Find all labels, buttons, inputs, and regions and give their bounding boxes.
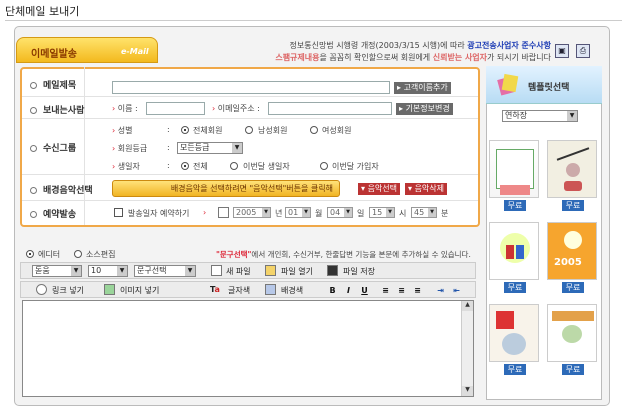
body-editor[interactable] bbox=[22, 300, 474, 397]
tab-subtitle: e-Mail bbox=[121, 47, 149, 56]
music-display: 배경음악을 선택하려면 "음악선택"버튼을 클릭해 bbox=[112, 180, 340, 197]
template-select-5[interactable]: 무료 bbox=[504, 364, 526, 375]
day-select[interactable]: 04 bbox=[327, 207, 353, 218]
template-icon bbox=[497, 73, 519, 96]
image-icon[interactable] bbox=[104, 284, 115, 295]
gender-female-radio[interactable] bbox=[310, 126, 318, 134]
sender-email-input[interactable] bbox=[268, 102, 392, 115]
notice-link[interactable]: 광고전송사업자 준수사항 bbox=[467, 41, 551, 50]
music-select-button[interactable]: ▾ 음악선택 bbox=[358, 183, 401, 195]
calendar-icon[interactable] bbox=[218, 207, 229, 218]
template-header: 템플릿선택 bbox=[486, 66, 602, 104]
template-select-4[interactable]: 무료 bbox=[562, 282, 584, 293]
editor-mode-radio[interactable] bbox=[26, 250, 34, 258]
save-file-button[interactable]: 파일 저장 bbox=[343, 266, 375, 277]
new-file-icon[interactable] bbox=[211, 265, 222, 276]
outdent-icon[interactable]: ⇤ bbox=[451, 285, 462, 296]
save-icon[interactable]: ▣ bbox=[555, 44, 569, 58]
music-delete-button[interactable]: ▾ 음악삭제 bbox=[405, 183, 448, 195]
template-thumb-6[interactable] bbox=[547, 304, 597, 362]
page-title: 단체메일 보내기 bbox=[5, 5, 80, 18]
grade-select[interactable]: 모든등급 bbox=[177, 142, 243, 154]
align-center-icon[interactable]: ≡ bbox=[396, 285, 407, 296]
folder-icon[interactable] bbox=[265, 265, 276, 276]
title-divider bbox=[5, 20, 622, 21]
name-label: 이름 : bbox=[117, 104, 138, 113]
template-select-2[interactable]: 무료 bbox=[562, 200, 584, 211]
birth-all-radio[interactable] bbox=[181, 162, 189, 170]
bullet-icon bbox=[30, 187, 37, 194]
align-left-icon[interactable]: ≡ bbox=[380, 285, 391, 296]
open-file-button[interactable]: 파일 열기 bbox=[281, 266, 313, 277]
template-select-3[interactable]: 무료 bbox=[504, 282, 526, 293]
month-select[interactable]: 01 bbox=[285, 207, 311, 218]
align-right-icon[interactable]: ≡ bbox=[412, 285, 423, 296]
font-select[interactable]: 돋움 bbox=[32, 265, 82, 277]
template-category-select[interactable]: 연하장 bbox=[502, 110, 578, 122]
template-thumb-5[interactable] bbox=[489, 304, 539, 362]
new-file-button[interactable]: 새 파일 bbox=[226, 266, 251, 277]
bold-button[interactable]: B bbox=[327, 285, 338, 296]
underline-button[interactable]: U bbox=[359, 285, 370, 296]
print-icon[interactable]: ⎙ bbox=[576, 44, 590, 58]
template-thumb-3[interactable] bbox=[489, 222, 539, 280]
law-notice: 정보통신망법 시행령 개정(2003/3/15 시행)에 따라 광고전송사업자 … bbox=[275, 41, 551, 62]
save-file-icon[interactable] bbox=[327, 265, 338, 276]
template-select-6[interactable]: 무료 bbox=[562, 364, 584, 375]
text-color-icon[interactable]: Ta bbox=[210, 285, 220, 294]
source-mode-radio[interactable] bbox=[74, 250, 82, 258]
bg-color-button[interactable]: 배경색 bbox=[281, 285, 303, 296]
subject-input[interactable] bbox=[112, 81, 390, 94]
year-select[interactable]: 2005 bbox=[233, 207, 271, 218]
link-button[interactable]: 링크 넣기 bbox=[52, 285, 84, 296]
editor-scrollbar[interactable] bbox=[461, 301, 473, 396]
reserve-checkbox[interactable] bbox=[114, 208, 123, 217]
template-thumb-2[interactable] bbox=[547, 140, 597, 198]
template-select-1[interactable]: 무료 bbox=[504, 200, 526, 211]
text-color-button[interactable]: 글자색 bbox=[228, 285, 250, 296]
email-tab[interactable]: 이메일발송 e-Mail bbox=[16, 37, 158, 63]
indent-icon[interactable]: ⇥ bbox=[435, 285, 446, 296]
birth-month-radio[interactable] bbox=[230, 162, 238, 170]
edit-info-button[interactable]: ▸ 기본정보변경 bbox=[396, 103, 453, 115]
bullet-icon bbox=[30, 82, 37, 89]
bg-color-icon[interactable] bbox=[265, 284, 276, 295]
gender-all-radio[interactable] bbox=[181, 126, 189, 134]
hour-select[interactable]: 15 bbox=[369, 207, 395, 218]
gender-male-radio[interactable] bbox=[245, 126, 253, 134]
phrase-select[interactable]: 문구선택 bbox=[134, 265, 196, 277]
minute-select[interactable]: 45 bbox=[411, 207, 437, 218]
tab-title: 이메일발송 bbox=[31, 49, 77, 60]
image-button[interactable]: 이미지 넣기 bbox=[120, 285, 159, 296]
spam-link[interactable]: 스팸규제내용 bbox=[275, 53, 319, 62]
template-thumb-4[interactable]: 2005 bbox=[547, 222, 597, 280]
bullet-icon bbox=[30, 145, 37, 152]
link-icon[interactable] bbox=[36, 284, 47, 295]
bullet-icon bbox=[30, 107, 37, 114]
italic-button[interactable]: I bbox=[343, 285, 354, 296]
size-select[interactable]: 10 bbox=[88, 265, 128, 277]
add-name-button[interactable]: ▸ 고객이름추가 bbox=[394, 82, 451, 94]
editor-notice: "문구선택"에서 개인회, 수신거부, 한줄답변 기능을 본문에 추가하실 수 … bbox=[216, 250, 471, 259]
join-month-radio[interactable] bbox=[320, 162, 328, 170]
sender-name-input[interactable] bbox=[146, 102, 205, 115]
template-thumb-1[interactable] bbox=[489, 140, 539, 198]
bullet-icon bbox=[30, 211, 37, 218]
email-label: 이메일주소 : bbox=[217, 104, 260, 113]
